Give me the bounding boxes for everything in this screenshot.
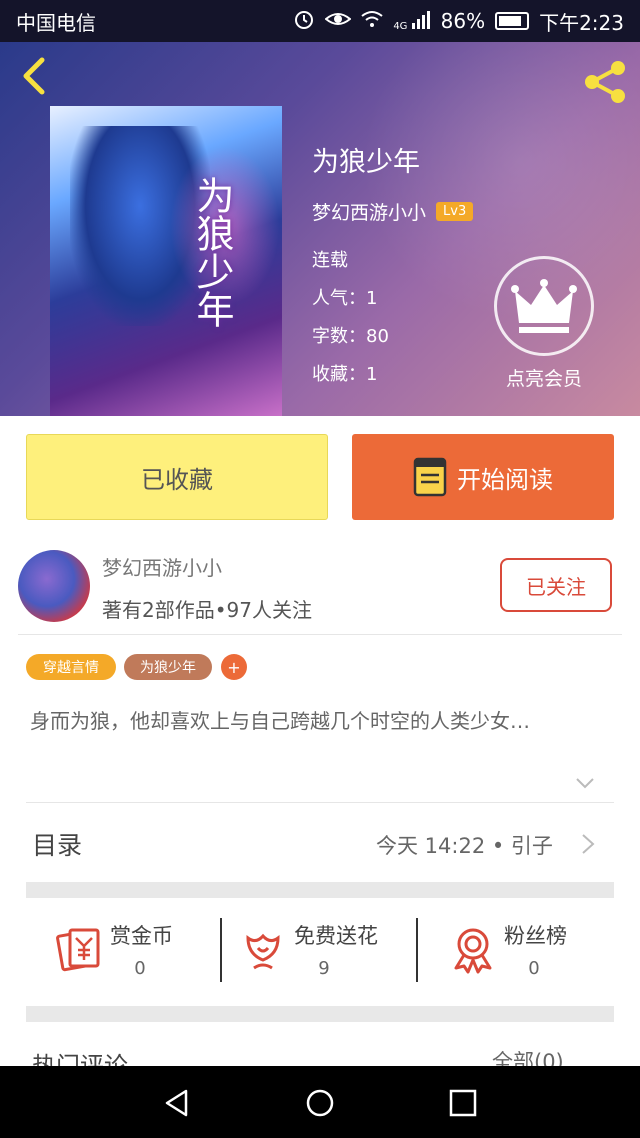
- start-reading-button[interactable]: 开始阅读: [352, 434, 614, 520]
- alarm-icon: [293, 8, 315, 35]
- favorited-button[interactable]: 已收藏: [26, 434, 328, 520]
- nav-home-button[interactable]: [305, 1088, 335, 1118]
- status-icons: 4G 86% 下午2:23: [293, 7, 624, 36]
- eye-icon: [324, 9, 352, 34]
- crown-icon: [511, 279, 577, 333]
- nav-back-button[interactable]: [162, 1088, 192, 1118]
- cover-title-art: 为狼少年: [190, 176, 234, 328]
- fan-ranking-label: 粉丝榜: [504, 924, 567, 948]
- red-envelope-icon: [54, 924, 104, 974]
- signal-icon: 4G: [393, 10, 430, 32]
- toc-chevron[interactable]: [580, 832, 596, 856]
- wifi-icon: [361, 9, 383, 33]
- author-avatar[interactable]: [18, 550, 90, 622]
- battery-icon: [495, 12, 530, 30]
- vip-label[interactable]: 点亮会员: [494, 364, 594, 391]
- section-separator: [26, 882, 614, 898]
- book-author: 梦幻西游小小: [312, 202, 427, 224]
- chevron-down-icon: [576, 778, 594, 789]
- favorites-value: 1: [366, 364, 378, 385]
- expand-description-button[interactable]: [574, 772, 596, 794]
- word-count-label: 字数：: [312, 326, 366, 347]
- tag-genre[interactable]: 穿越言情: [26, 654, 116, 680]
- share-icon: [585, 61, 625, 103]
- back-button[interactable]: [16, 56, 56, 96]
- nav-recents-button[interactable]: [448, 1088, 478, 1118]
- reward-coins-label: 赏金币: [110, 924, 173, 948]
- favorites-label: 收藏：: [312, 364, 366, 385]
- toc-latest-chapter[interactable]: 今天 14:22 • 引子: [376, 830, 553, 860]
- reward-coins-count: 0: [134, 958, 146, 979]
- network-type: 4G: [393, 20, 408, 32]
- popularity-label: 人气：: [312, 288, 366, 309]
- popularity-value: 1: [366, 288, 378, 309]
- tag-title[interactable]: 为狼少年: [124, 654, 212, 680]
- book-header: 为狼少年 为狼少年 梦幻西游小小 Lv3 连载 人气：1 字数：80 收藏：1 …: [0, 42, 640, 416]
- book-detail-card: 已收藏 开始阅读 梦幻西游小小 著有2部作品•97人关注 已关注 穿越言情 为狼…: [0, 416, 640, 1080]
- reward-coins-button[interactable]: 赏金币 0: [54, 912, 204, 992]
- book-author-row[interactable]: 梦幻西游小小 Lv3: [312, 198, 474, 225]
- send-flower-button[interactable]: 免费送花 9: [238, 912, 408, 992]
- vip-button[interactable]: [494, 256, 594, 356]
- divider: [18, 634, 622, 635]
- start-reading-label: 开始阅读: [457, 465, 553, 494]
- fan-ranking-button[interactable]: 粉丝榜 0: [448, 912, 598, 992]
- send-flower-label: 免费送花: [294, 924, 378, 948]
- book-icon: [413, 457, 447, 497]
- word-count-row: 字数：80: [312, 322, 389, 348]
- word-count-value: 80: [366, 326, 389, 347]
- flower-icon: [238, 924, 288, 974]
- carrier-label: 中国电信: [16, 10, 96, 35]
- section-separator: [26, 1006, 614, 1022]
- book-cover[interactable]: 为狼少年: [50, 106, 282, 416]
- status-bar: 中国电信 4G 86% 下午2:23: [0, 0, 640, 42]
- popularity-row: 人气：1: [312, 284, 377, 310]
- divider: [26, 802, 614, 803]
- battery-percent: 86%: [440, 9, 486, 33]
- divider: [416, 918, 418, 982]
- book-description: 身而为狼，他却喜欢上与自己跨越几个时空的人类少女…: [30, 709, 530, 733]
- back-arrow-icon: [23, 57, 45, 95]
- triangle-back-icon: [165, 1089, 188, 1117]
- ribbon-badge-icon: [448, 924, 498, 974]
- level-badge: Lv3: [436, 202, 474, 221]
- book-title: 为狼少年: [312, 147, 420, 178]
- circle-home-icon: [306, 1089, 334, 1117]
- follow-button[interactable]: 已关注: [500, 558, 612, 612]
- divider: [220, 918, 222, 982]
- author-stats: 著有2部作品•97人关注: [102, 598, 312, 622]
- author-name[interactable]: 梦幻西游小小: [102, 552, 222, 581]
- clock: 下午2:23: [539, 10, 624, 35]
- add-tag-button[interactable]: +: [221, 654, 247, 680]
- system-nav-bar: [0, 1066, 640, 1138]
- square-recents-icon: [449, 1089, 477, 1117]
- share-button[interactable]: [580, 56, 630, 106]
- toc-label[interactable]: 目录: [32, 826, 82, 862]
- chevron-right-icon: [582, 834, 595, 854]
- fan-ranking-count: 0: [528, 958, 540, 979]
- serial-status: 连载: [312, 250, 348, 271]
- send-flower-count: 9: [318, 958, 330, 979]
- favorites-row: 收藏：1: [312, 360, 377, 386]
